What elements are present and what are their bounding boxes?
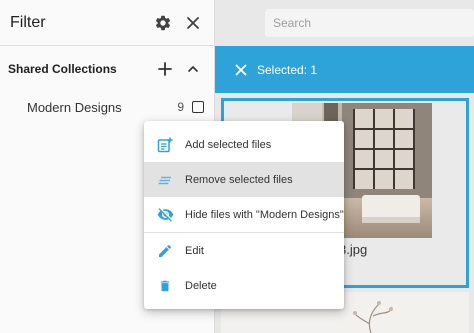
menu-item-delete[interactable]: Delete xyxy=(144,268,344,303)
collection-count: 9 xyxy=(177,100,184,114)
menu-item-hide-files[interactable]: Hide files with "Modern Designs" xyxy=(144,197,344,232)
trash-icon xyxy=(156,277,174,295)
menu-item-label: Delete xyxy=(185,279,217,292)
shared-collections-header: Shared Collections xyxy=(0,46,214,92)
clear-selection-icon[interactable] xyxy=(233,62,249,78)
pencil-icon xyxy=(156,242,174,260)
eye-off-icon xyxy=(156,206,174,224)
menu-item-edit[interactable]: Edit xyxy=(144,233,344,268)
close-icon[interactable] xyxy=(182,12,204,34)
context-menu: Add selected files Remove selected files… xyxy=(144,121,344,309)
plus-icon[interactable] xyxy=(154,58,176,80)
menu-item-remove-selected[interactable]: Remove selected files xyxy=(144,162,344,197)
collection-item[interactable]: Modern Designs 9 xyxy=(0,92,214,122)
menu-item-label: Edit xyxy=(185,244,204,257)
add-to-collection-icon xyxy=(156,136,174,154)
menu-item-add-selected[interactable]: Add selected files xyxy=(144,127,344,162)
selection-bar: Selected: 1 xyxy=(215,46,474,93)
collection-checkbox[interactable] xyxy=(192,101,204,113)
remove-lines-icon xyxy=(156,171,174,189)
gear-icon[interactable] xyxy=(152,12,174,34)
selection-count: Selected: 1 xyxy=(257,62,318,77)
top-bar xyxy=(215,0,474,46)
menu-item-label: Hide files with "Modern Designs" xyxy=(185,208,344,221)
sidebar-header: Filter xyxy=(0,0,214,46)
menu-item-label: Remove selected files xyxy=(185,173,293,186)
menu-item-label: Add selected files xyxy=(185,138,272,151)
collection-name: Modern Designs xyxy=(27,99,122,115)
search-input[interactable] xyxy=(265,9,474,37)
sidebar-title: Filter xyxy=(10,13,46,31)
section-title: Shared Collections xyxy=(8,62,117,76)
chevron-up-icon[interactable] xyxy=(182,58,204,80)
